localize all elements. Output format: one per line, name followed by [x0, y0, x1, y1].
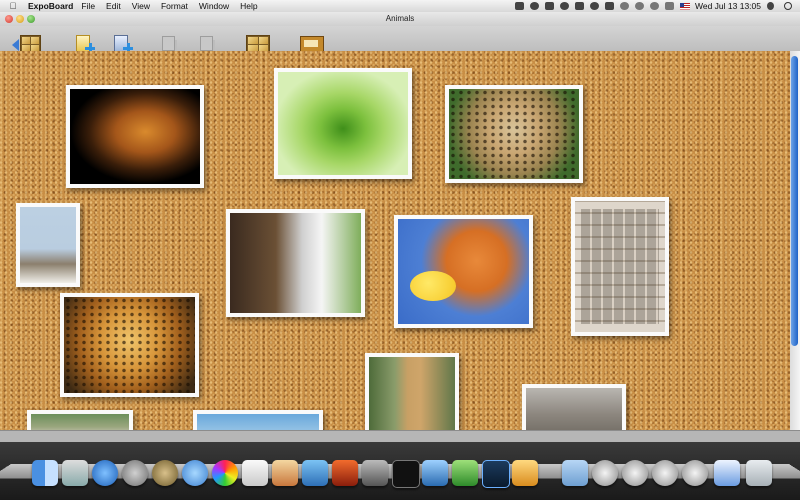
- iphoto-icon[interactable]: [422, 460, 448, 486]
- jaguar-image: [64, 297, 195, 393]
- dictionary-icon[interactable]: [302, 460, 328, 486]
- photo-wolf[interactable]: [522, 384, 626, 430]
- photo-green-snake[interactable]: [274, 68, 412, 179]
- itunes-icon[interactable]: [212, 460, 238, 486]
- window-title: Animals: [385, 14, 415, 23]
- paste-icon: [200, 36, 213, 51]
- photo-lion[interactable]: [66, 85, 204, 188]
- collage-image: [575, 201, 665, 332]
- utilities-icon[interactable]: [362, 460, 388, 486]
- battery-icon[interactable]: [605, 2, 614, 10]
- finder-icon[interactable]: [32, 460, 58, 486]
- server-icon-3[interactable]: [652, 460, 678, 486]
- wolf-image: [526, 388, 622, 430]
- apple-menu-icon[interactable]: : [6, 1, 20, 11]
- timemachine-icon[interactable]: [590, 2, 599, 10]
- safari-icon[interactable]: [92, 460, 118, 486]
- printer-icon[interactable]: [575, 2, 584, 10]
- photo-puppy-and-kitten[interactable]: [226, 209, 365, 317]
- dock: [0, 442, 800, 500]
- photo-giraffe[interactable]: [365, 353, 459, 430]
- snake-image: [278, 72, 408, 175]
- user-icon[interactable]: [767, 2, 774, 10]
- menu-edit[interactable]: Edit: [106, 1, 121, 11]
- cheetah-image: [449, 89, 579, 179]
- server-icon-1[interactable]: [592, 460, 618, 486]
- stork-image: [20, 207, 76, 283]
- zoom-window-button[interactable]: [27, 15, 35, 23]
- ichat-icon[interactable]: [152, 460, 178, 486]
- photo-sheep[interactable]: [27, 410, 133, 430]
- clock[interactable]: Wed Jul 13 13:05: [695, 1, 761, 11]
- evernote-icon[interactable]: [515, 2, 524, 10]
- duckling: [410, 271, 456, 301]
- close-window-button[interactable]: [5, 15, 13, 23]
- downloader-icon[interactable]: [452, 460, 478, 486]
- photo-marabou-stork[interactable]: [16, 203, 80, 287]
- system-preferences-icon[interactable]: [272, 460, 298, 486]
- vertical-scrollbar[interactable]: [790, 51, 800, 430]
- scroll-thumb[interactable]: [791, 56, 798, 346]
- menu-help[interactable]: Help: [240, 1, 257, 11]
- volume-icon[interactable]: [665, 2, 674, 10]
- us-flag-icon[interactable]: [680, 2, 690, 10]
- sync-icon[interactable]: [620, 2, 629, 10]
- photo-sky-landscape[interactable]: [193, 410, 323, 430]
- trash-icon[interactable]: [746, 460, 772, 486]
- landscape-image: [197, 414, 319, 430]
- back-arrow-icon: [12, 39, 19, 51]
- board-icon: [300, 36, 324, 52]
- folder-icon[interactable]: [562, 460, 588, 486]
- preview-icon[interactable]: [62, 460, 88, 486]
- server-icon-4[interactable]: [682, 460, 708, 486]
- textedit-icon[interactable]: [242, 460, 268, 486]
- kitten-duckling-image: [398, 219, 529, 324]
- minimize-window-button[interactable]: [16, 15, 24, 23]
- itunes-stack-icon[interactable]: [714, 460, 740, 486]
- spotlight-search-icon[interactable]: [784, 2, 792, 10]
- terminal-icon[interactable]: [392, 460, 420, 488]
- menu-window[interactable]: Window: [199, 1, 229, 11]
- sheep-image: [31, 414, 129, 430]
- speech-icon[interactable]: [182, 460, 208, 486]
- puppy-kitten-image: [230, 213, 361, 313]
- cloud-icon[interactable]: [560, 2, 569, 10]
- photo-animal-collage[interactable]: [571, 197, 669, 336]
- menu-view[interactable]: View: [132, 1, 150, 11]
- app-menu[interactable]: ExpoBoard: [28, 1, 73, 11]
- server-icon-2[interactable]: [622, 460, 648, 486]
- menu-format[interactable]: Format: [161, 1, 188, 11]
- menu-extras: Wed Jul 13 13:05: [515, 0, 800, 12]
- ical-icon[interactable]: [122, 460, 148, 486]
- copy-icon: [162, 36, 175, 51]
- photo-kitten-and-duckling[interactable]: [394, 215, 533, 328]
- title-bar[interactable]: Animals: [0, 12, 800, 26]
- menu-file[interactable]: File: [81, 1, 95, 11]
- wifi-icon[interactable]: [650, 2, 659, 10]
- dropbox-icon[interactable]: [545, 2, 554, 10]
- alien-icon[interactable]: [530, 2, 539, 10]
- photoshop-icon[interactable]: [482, 460, 510, 488]
- photo-cheetah[interactable]: [445, 85, 583, 183]
- photo-jaguar[interactable]: [60, 293, 199, 397]
- app-store-icon[interactable]: [332, 460, 358, 486]
- giraffe-image: [369, 357, 455, 430]
- history-icon[interactable]: [635, 2, 644, 10]
- lion-image: [70, 89, 200, 184]
- mail-icon[interactable]: [512, 460, 538, 486]
- corkboard[interactable]: [0, 51, 790, 430]
